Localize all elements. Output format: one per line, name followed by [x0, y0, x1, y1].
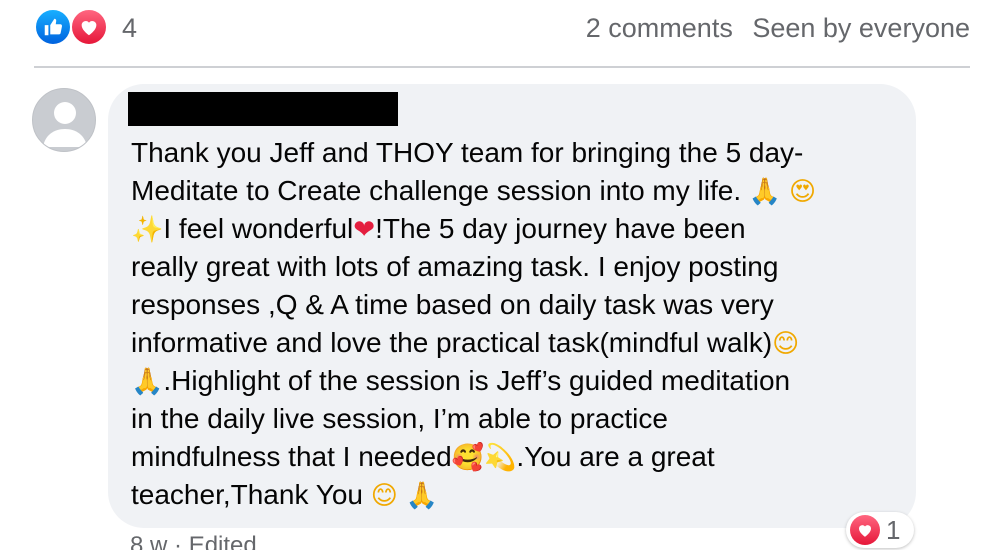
like-icon	[34, 8, 72, 46]
sparkles-emoji-icon: ✨	[131, 215, 164, 245]
comment-line: Thank you Jeff and THOY team for bringin…	[131, 137, 804, 168]
comment-line: I feel wonderful	[163, 213, 354, 244]
comment-reaction-badge[interactable]: 1	[846, 512, 914, 548]
post-meta: 2 comments Seen by everyone	[574, 12, 970, 44]
comment-line: teacher,Thank You	[131, 479, 371, 510]
comment-line: .Highlight of the session is Jeff’s guid…	[163, 365, 791, 396]
separator: ·	[174, 532, 183, 550]
facebook-post-comments: 4 2 comments Seen by everyone Thank you …	[0, 0, 984, 550]
folded-hands-emoji-icon: 🙏	[748, 177, 782, 207]
comment-line: mindfulness that I needed	[131, 441, 452, 472]
seen-by-label[interactable]: Seen by everyone	[752, 13, 970, 43]
comment-reaction-count: 1	[886, 515, 901, 545]
love-icon	[70, 8, 108, 46]
divider	[34, 66, 970, 68]
reaction-count[interactable]: 4	[122, 12, 137, 44]
comment-footer: 8 w · Edited	[130, 532, 257, 550]
heart-eyes-emoji-icon: 😍	[789, 177, 817, 207]
comment-line: responses ,Q & A time based on daily tas…	[131, 289, 774, 320]
edited-label[interactable]: Edited	[189, 532, 257, 550]
comment-line: informative and love the practical task(…	[131, 327, 773, 358]
red-heart-emoji-icon: ❤	[353, 215, 376, 245]
comments-count-link[interactable]: 2 comments	[586, 13, 733, 43]
smiling-face-hearts-emoji-icon: 🥰	[451, 443, 485, 473]
smiling-face-emoji-icon: 😊	[772, 329, 800, 359]
author-name-redacted[interactable]	[128, 92, 398, 126]
comment-bubble: Thank you Jeff and THOY team for bringin…	[108, 84, 916, 528]
comment-text: Thank you Jeff and THOY team for bringin…	[131, 134, 911, 514]
post-reactions-bar: 4 2 comments Seen by everyone	[34, 6, 970, 46]
avatar[interactable]	[32, 88, 96, 152]
shooting-star-emoji-icon: 💫	[484, 443, 517, 473]
love-icon	[850, 515, 880, 545]
comment-line: Meditate to Create challenge session int…	[131, 175, 749, 206]
comment-line: .You are a great	[516, 441, 715, 472]
folded-hands-emoji-icon: 🙏	[131, 367, 164, 397]
comment-line: in the daily live session, I’m able to p…	[131, 403, 668, 434]
default-avatar-icon	[43, 102, 87, 147]
folded-hands-emoji-icon: 🙏	[405, 481, 439, 511]
comment-line: !The 5 day journey have been	[375, 213, 746, 244]
comment-line: really great with lots of amazing task. …	[131, 251, 779, 282]
comment-timestamp[interactable]: 8 w	[130, 532, 167, 550]
smiling-face-emoji-icon: 😊	[370, 481, 398, 511]
reaction-icons[interactable]	[34, 8, 110, 46]
